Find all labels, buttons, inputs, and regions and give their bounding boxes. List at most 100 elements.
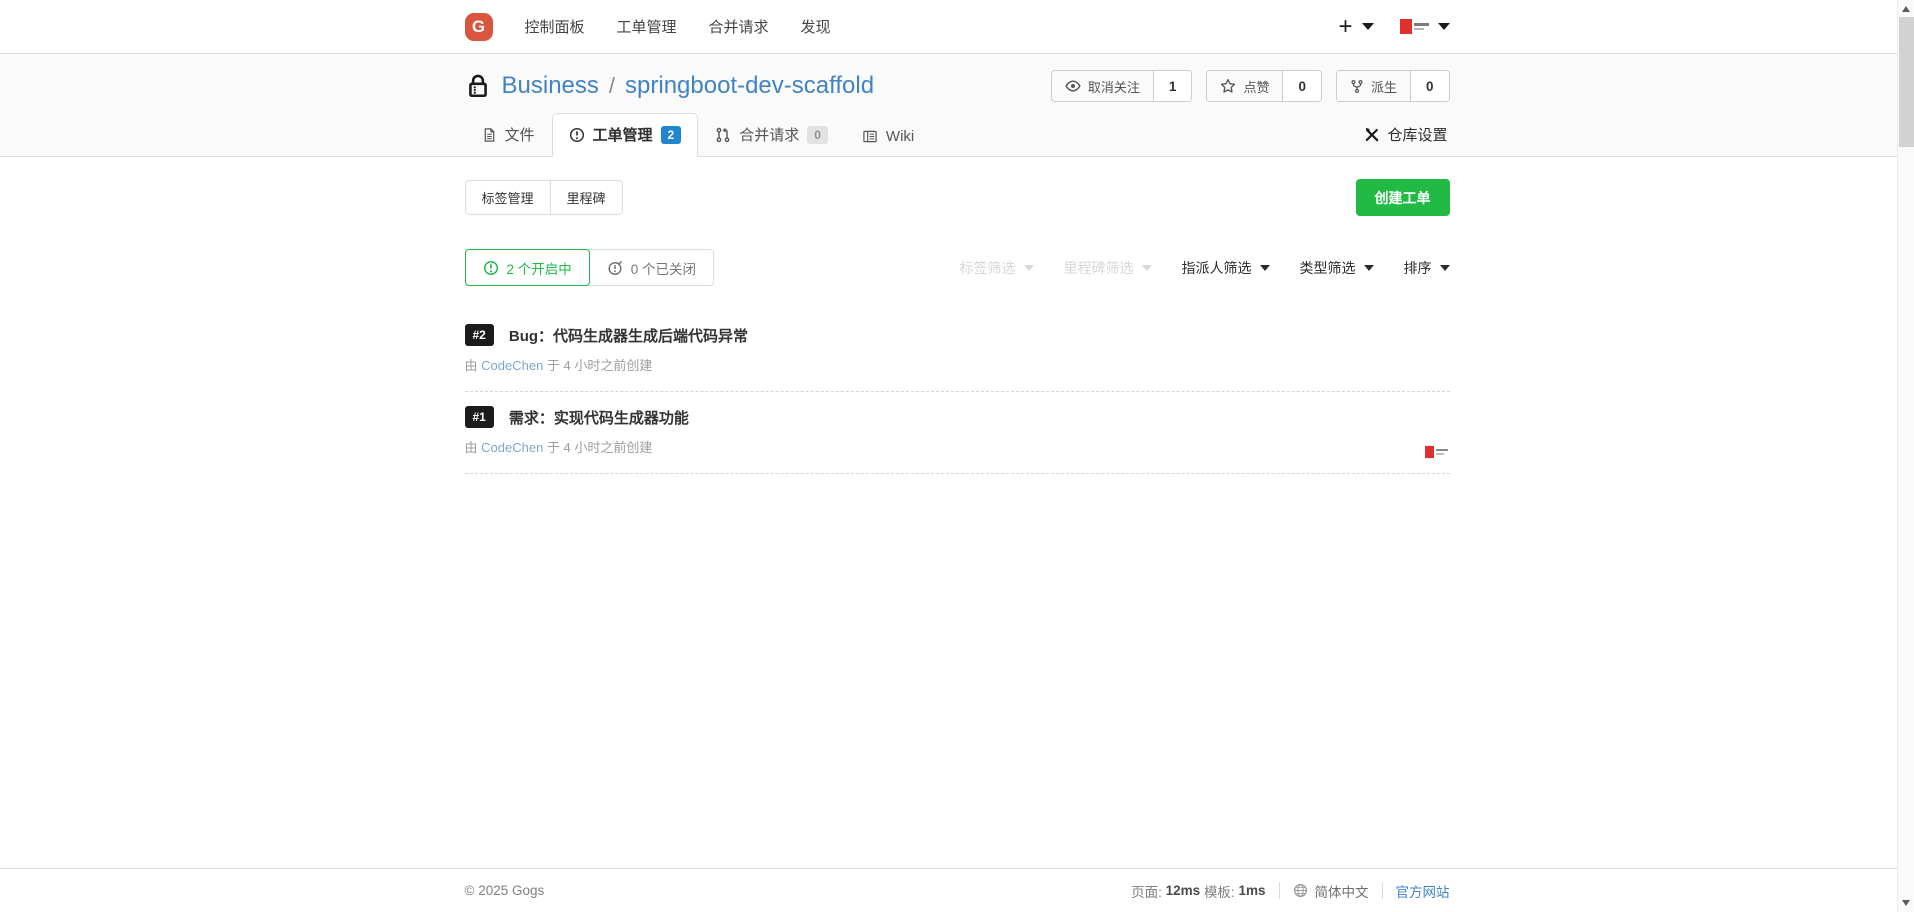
tab-pull-requests[interactable]: 合并请求 0	[698, 113, 845, 157]
new-issue-button[interactable]: 创建工单	[1356, 179, 1450, 216]
issue-title-link[interactable]: Bug：代码生成器生成后端代码异常	[509, 325, 748, 346]
milestones-button[interactable]: 里程碑	[550, 181, 622, 214]
issue-closed-icon	[607, 260, 623, 276]
sort-label: 排序	[1404, 258, 1432, 278]
star-icon	[1220, 78, 1236, 94]
type-filter-dropdown[interactable]: 类型筛选	[1300, 258, 1374, 278]
tab-wiki-label: Wiki	[886, 128, 914, 145]
tab-issues-label: 工单管理	[593, 124, 653, 145]
tab-pull-requests-label: 合并请求	[739, 124, 799, 145]
repo-path-separator: /	[609, 73, 615, 99]
vertical-scrollbar[interactable]	[1897, 0, 1914, 912]
top-navbar: G 控制面板 工单管理 合并请求 发现 +	[0, 0, 1914, 54]
issue-meta-created: 于 4 小时之前创建	[547, 358, 652, 373]
nav-issues[interactable]: 工单管理	[617, 16, 677, 37]
chevron-down-icon	[1364, 265, 1374, 271]
gogs-logo[interactable]: G	[465, 13, 493, 41]
gogs-logo-letter: G	[472, 17, 485, 37]
type-filter-label: 类型筛选	[1300, 258, 1356, 278]
page-footer: © 2025 Gogs 页面: 12ms 模板: 1ms 简体中文 官方网站	[0, 868, 1914, 912]
globe-icon	[1293, 883, 1308, 898]
tab-wiki[interactable]: Wiki	[845, 117, 931, 157]
nav-dashboard[interactable]: 控制面板	[525, 16, 585, 37]
avatar-image	[1400, 19, 1412, 34]
closed-issues-filter[interactable]: 0 个已关闭	[590, 250, 713, 285]
fork-button[interactable]: 派生 0	[1336, 70, 1450, 102]
scrollbar-up-arrow[interactable]	[1902, 6, 1910, 12]
pull-request-icon	[715, 127, 731, 143]
assignee-avatar[interactable]	[1425, 446, 1448, 458]
wiki-book-icon	[862, 129, 878, 144]
assignee-filter-label: 指派人筛选	[1182, 258, 1252, 278]
stars-count[interactable]: 0	[1283, 71, 1321, 101]
unwatch-label: 取消关注	[1088, 77, 1140, 96]
nav-explore[interactable]: 发现	[801, 16, 831, 37]
fork-label: 派生	[1371, 77, 1397, 96]
file-icon	[482, 127, 497, 143]
repo-name-link[interactable]: springboot-dev-scaffold	[625, 72, 874, 100]
issues-count-badge: 2	[661, 126, 682, 144]
footer-divider	[1279, 882, 1280, 899]
user-menu-caret-icon[interactable]	[1438, 23, 1450, 30]
avatar-image-detail	[1414, 23, 1429, 30]
issue-meta-by: 由	[465, 358, 478, 373]
nav-pull-requests[interactable]: 合并请求	[709, 16, 769, 37]
repo-settings-label: 仓库设置	[1387, 124, 1447, 145]
issue-opened-icon	[569, 127, 585, 143]
issue-title-link[interactable]: 需求：实现代码生成器功能	[509, 407, 689, 428]
open-issues-filter[interactable]: 2 个开启中	[465, 249, 590, 286]
create-new-caret-icon[interactable]	[1362, 23, 1374, 30]
template-time-label: 模板:	[1204, 881, 1235, 901]
forks-count[interactable]: 0	[1411, 71, 1449, 101]
chevron-down-icon	[1260, 265, 1270, 271]
issue-number-badge: #1	[465, 406, 494, 428]
issues-main: 标签管理 里程碑 创建工单 2 个开启	[0, 157, 1914, 868]
chevron-down-icon	[1024, 265, 1034, 271]
repo-header: Business / springboot-dev-scaffold	[0, 54, 1914, 157]
star-button[interactable]: 点赞 0	[1206, 70, 1322, 102]
issue-row: #2 Bug：代码生成器生成后端代码异常 由 CodeChen 于 4 小时之前…	[465, 310, 1450, 392]
avatar-image	[1425, 446, 1434, 458]
closed-issues-label: 0 个已关闭	[631, 258, 696, 278]
sort-dropdown[interactable]: 排序	[1404, 258, 1450, 278]
milestone-filter-label: 里程碑筛选	[1064, 258, 1134, 278]
user-avatar[interactable]	[1400, 19, 1429, 34]
issue-row: #1 需求：实现代码生成器功能 由 CodeChen 于 4 小时之前创建	[465, 392, 1450, 474]
label-filter-label: 标签筛选	[960, 258, 1016, 278]
eye-icon	[1065, 78, 1081, 94]
gogs-issues-page: G 控制面板 工单管理 合并请求 发现 +	[0, 0, 1914, 912]
issue-author-link[interactable]: CodeChen	[481, 358, 543, 373]
page-time-label: 页面:	[1131, 881, 1162, 901]
pull-requests-count-badge: 0	[807, 126, 828, 144]
fork-icon	[1350, 79, 1364, 94]
issue-author-link[interactable]: CodeChen	[481, 440, 543, 455]
chevron-down-icon	[1142, 265, 1152, 271]
unwatch-button[interactable]: 取消关注 1	[1051, 70, 1193, 102]
page-time-value: 12ms	[1166, 883, 1201, 898]
issue-meta-by: 由	[465, 440, 478, 455]
official-site-link[interactable]: 官方网站	[1396, 881, 1450, 901]
issue-number-badge: #2	[465, 324, 494, 346]
issue-opened-icon	[483, 260, 499, 276]
language-label: 简体中文	[1315, 881, 1369, 901]
repo-owner-link[interactable]: Business	[502, 72, 599, 100]
labels-button[interactable]: 标签管理	[466, 181, 550, 214]
label-filter-dropdown: 标签筛选	[960, 258, 1034, 278]
assignee-filter-dropdown[interactable]: 指派人筛选	[1182, 258, 1270, 278]
tab-files-label: 文件	[505, 124, 535, 145]
language-selector[interactable]: 简体中文	[1293, 881, 1369, 901]
tab-issues[interactable]: 工单管理 2	[552, 113, 699, 157]
scrollbar-thumb[interactable]	[1899, 17, 1914, 147]
create-new-button[interactable]: +	[1338, 15, 1352, 39]
watchers-count[interactable]: 1	[1154, 71, 1192, 101]
chevron-down-icon	[1440, 265, 1450, 271]
avatar-image-detail	[1436, 449, 1448, 455]
issue-meta-created: 于 4 小时之前创建	[547, 440, 652, 455]
milestone-filter-dropdown: 里程碑筛选	[1064, 258, 1152, 278]
repo-settings-button[interactable]: 仓库设置	[1348, 114, 1449, 156]
labels-milestones-group: 标签管理 里程碑	[465, 180, 623, 215]
scrollbar-down-arrow[interactable]	[1902, 900, 1910, 906]
open-closed-switch: 2 个开启中 0 个已关闭	[465, 249, 715, 286]
template-time-value: 1ms	[1238, 883, 1265, 898]
tab-files[interactable]: 文件	[465, 113, 552, 157]
